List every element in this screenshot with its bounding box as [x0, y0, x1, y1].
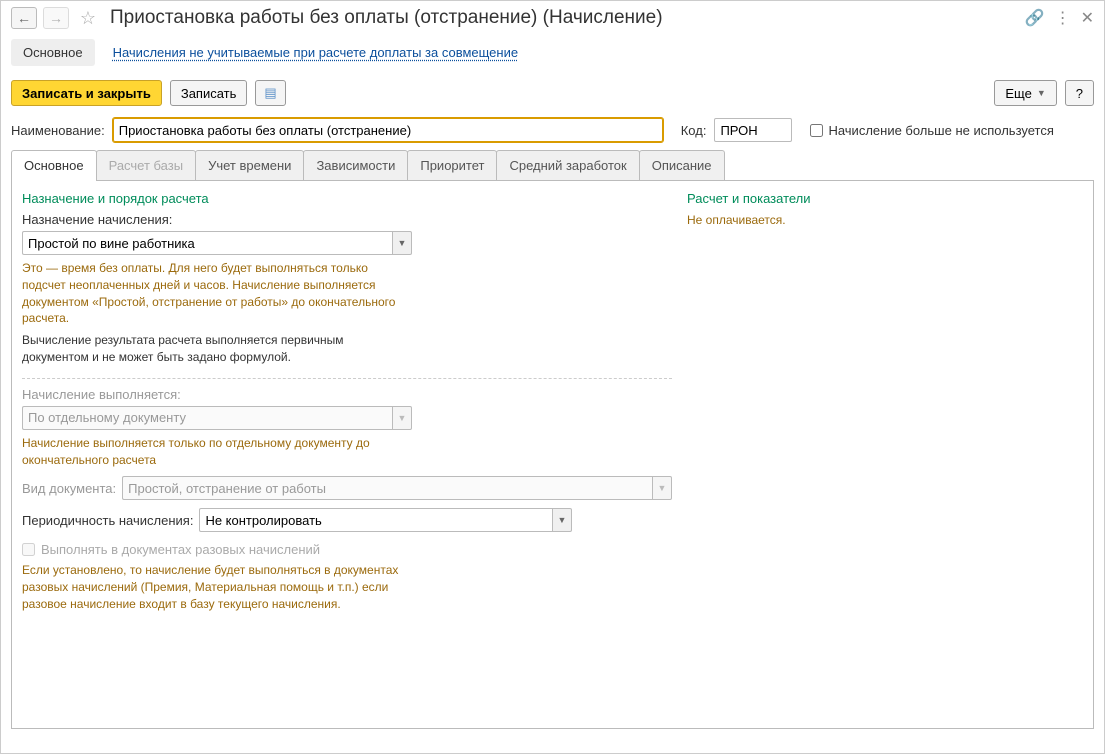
onetime-checkbox-label: Выполнять в документах разовых начислени… — [41, 542, 320, 557]
assignment-hint-2: Вычисление результата расчета выполняетс… — [22, 332, 412, 366]
calc-text: Не оплачивается. — [687, 212, 1083, 229]
chevron-down-icon: ▼ — [1037, 88, 1046, 98]
code-label: Код: — [681, 123, 707, 138]
name-input[interactable] — [113, 118, 663, 142]
period-select[interactable] — [199, 508, 552, 532]
assignment-select[interactable] — [22, 231, 392, 255]
period-select-dropdown[interactable]: ▼ — [552, 508, 572, 532]
code-input[interactable] — [714, 118, 792, 142]
execution-select — [22, 406, 392, 430]
save-button[interactable]: Записать — [170, 80, 248, 106]
tab-priority[interactable]: Приоритет — [407, 150, 497, 180]
save-and-close-button[interactable]: Записать и закрыть — [11, 80, 162, 106]
tab-desc[interactable]: Описание — [639, 150, 725, 180]
period-label: Периодичность начисления: — [22, 513, 193, 528]
tab-main[interactable]: Основное — [11, 150, 97, 180]
doctype-label: Вид документа: — [22, 481, 116, 496]
nav-forward-button[interactable]: → — [43, 7, 69, 29]
doctype-select — [122, 476, 652, 500]
doctype-select-dropdown: ▼ — [652, 476, 672, 500]
disabled-checkbox[interactable] — [810, 124, 823, 137]
tab-time[interactable]: Учет времени — [195, 150, 304, 180]
subnav-main[interactable]: Основное — [11, 39, 95, 66]
assignment-hint-1: Это — время без оплаты. Для него будет в… — [22, 260, 412, 327]
favorite-star-icon[interactable]: ☆ — [77, 7, 99, 29]
execution-label: Начисление выполняется: — [22, 387, 672, 402]
disabled-checkbox-label: Начисление больше не используется — [828, 123, 1053, 138]
help-button[interactable]: ? — [1065, 80, 1094, 106]
divider — [22, 378, 672, 379]
report-icon-button[interactable]: ▤ — [255, 80, 285, 106]
kebab-menu-icon[interactable]: ⋮ — [1055, 8, 1071, 28]
tab-deps[interactable]: Зависимости — [303, 150, 408, 180]
tab-avg[interactable]: Средний заработок — [496, 150, 639, 180]
section-calc-title: Расчет и показатели — [687, 191, 1083, 206]
onetime-hint: Если установлено, то начисление будет вы… — [22, 562, 412, 612]
tab-base[interactable]: Расчет базы — [96, 150, 197, 180]
section-assignment-title: Назначение и порядок расчета — [22, 191, 672, 206]
assignment-label: Назначение начисления: — [22, 212, 672, 227]
window-title: Приостановка работы без оплаты (отстране… — [110, 7, 1019, 29]
more-button[interactable]: Еще ▼ — [994, 80, 1056, 106]
execution-hint: Начисление выполняется только по отдельн… — [22, 435, 412, 469]
document-icon: ▤ — [264, 85, 276, 101]
execution-select-dropdown: ▼ — [392, 406, 412, 430]
more-button-label: Еще — [1005, 86, 1031, 101]
nav-back-button[interactable]: ← — [11, 7, 37, 29]
onetime-checkbox — [22, 543, 35, 556]
subnav-excluded-link[interactable]: Начисления не учитываемые при расчете до… — [101, 39, 531, 66]
link-icon[interactable]: 🔗 — [1025, 8, 1045, 28]
assignment-select-dropdown[interactable]: ▼ — [392, 231, 412, 255]
name-label: Наименование: — [11, 123, 105, 138]
close-icon[interactable]: ✕ — [1081, 8, 1094, 28]
